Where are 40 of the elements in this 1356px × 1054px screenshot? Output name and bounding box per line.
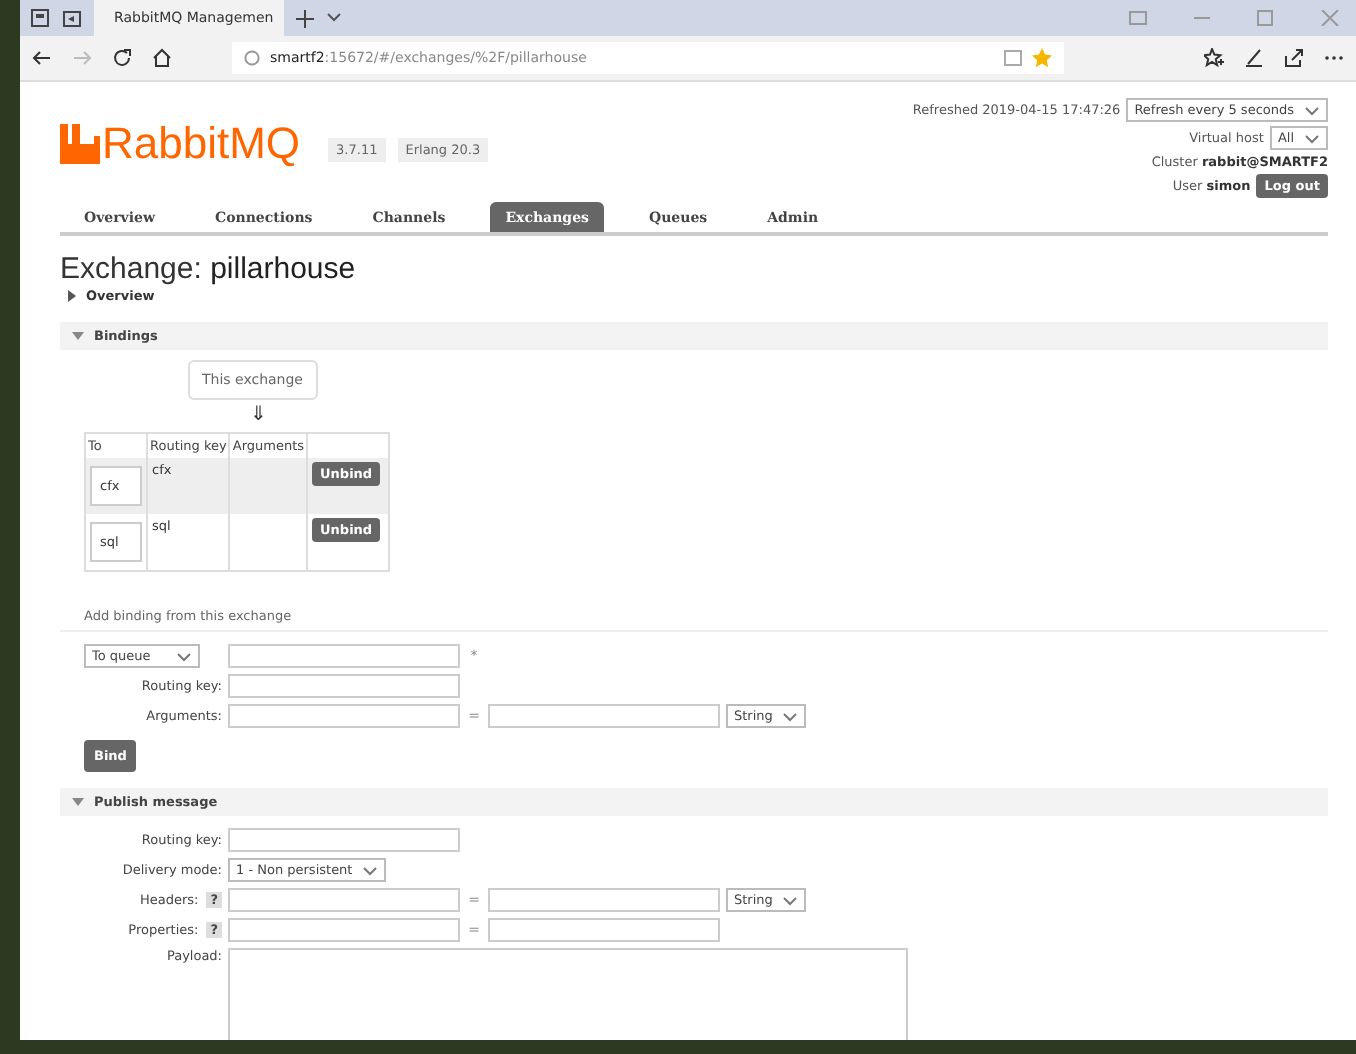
caret-right-icon <box>66 290 78 302</box>
back-icon[interactable] <box>32 48 52 68</box>
forward-icon[interactable] <box>72 48 92 68</box>
favorites-icon[interactable] <box>1204 48 1224 68</box>
input-field[interactable] <box>228 674 460 698</box>
input-field[interactable] <box>228 644 460 668</box>
pen-icon[interactable] <box>1244 48 1264 68</box>
tab-list-icon[interactable] <box>30 8 50 28</box>
chevron-down-icon <box>1304 133 1320 143</box>
restore-icon[interactable] <box>1128 10 1148 26</box>
new-tab-icon[interactable] <box>296 9 314 27</box>
input-field[interactable] <box>228 704 460 728</box>
chevron-down-icon[interactable] <box>326 12 342 24</box>
arrow-text: ⇓ <box>250 402 269 430</box>
share-icon[interactable] <box>1284 48 1304 68</box>
back-tab-icon[interactable] <box>62 8 82 28</box>
input-field[interactable] <box>228 888 460 912</box>
input-field[interactable] <box>488 888 720 912</box>
chevron-down-icon <box>782 895 799 905</box>
rabbit-logo-icon <box>60 124 100 164</box>
caret-down-icon <box>72 796 84 808</box>
home-icon[interactable] <box>152 48 172 68</box>
page-title: Exchange: pillarhouse <box>60 252 358 286</box>
refresh-icon[interactable] <box>112 48 132 68</box>
maximize-icon[interactable] <box>1256 10 1276 26</box>
input-field[interactable] <box>488 918 720 942</box>
input-field[interactable] <box>228 918 460 942</box>
chevron-down-icon <box>1304 105 1320 115</box>
input-field[interactable] <box>228 828 460 852</box>
chevron-down-icon <box>176 651 192 661</box>
input-field[interactable] <box>488 704 720 728</box>
close-icon[interactable] <box>1320 10 1340 26</box>
chevron-down-icon <box>782 711 799 721</box>
info-icon <box>244 50 260 66</box>
chevron-down-icon <box>362 865 379 875</box>
caret-down-icon <box>72 330 84 342</box>
reading-view-icon[interactable] <box>1004 50 1022 66</box>
star-icon[interactable] <box>1032 48 1052 68</box>
logo-text: RabbitMQ <box>102 124 301 164</box>
more-icon[interactable] <box>1324 54 1344 62</box>
